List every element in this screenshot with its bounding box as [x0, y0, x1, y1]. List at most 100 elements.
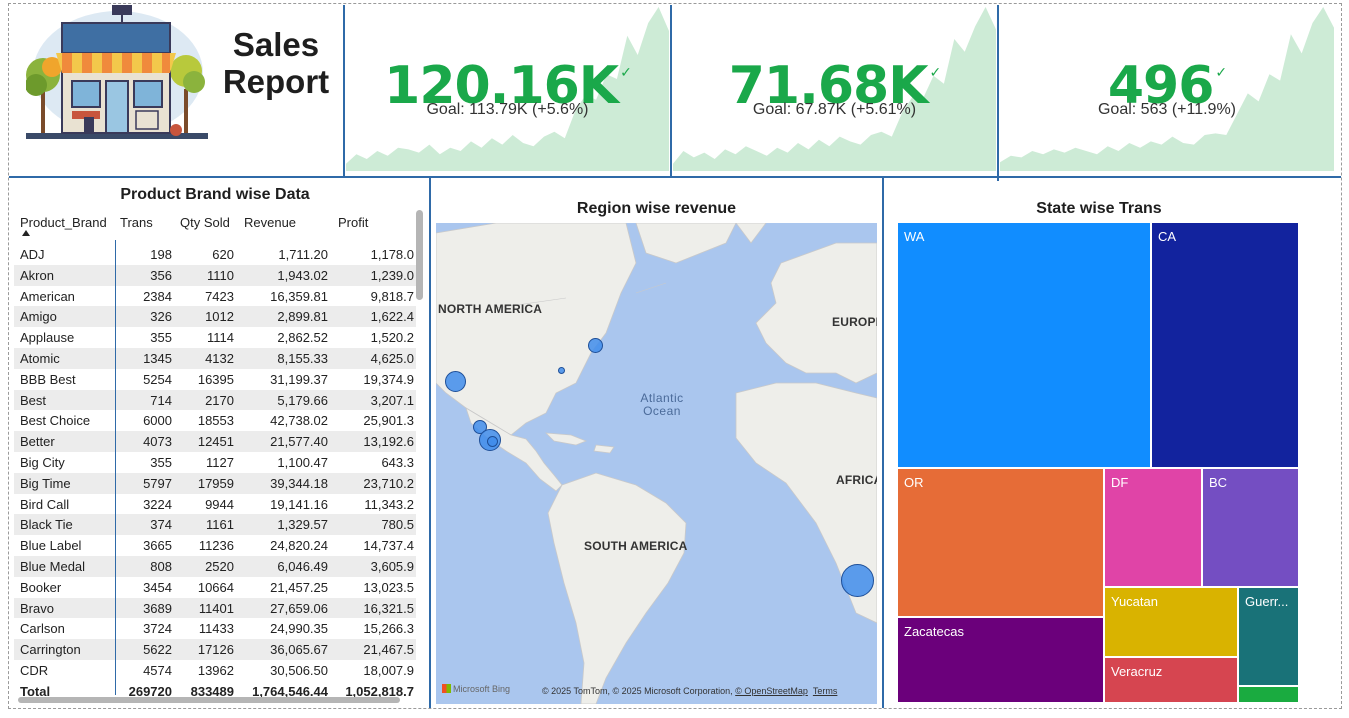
cell-profit: 14,737.4 — [363, 538, 414, 554]
column-header-revenue[interactable]: Revenue — [244, 215, 296, 230]
column-header-brand[interactable]: Product_Brand — [20, 215, 107, 230]
treemap-tile-df[interactable]: DF — [1105, 469, 1203, 588]
treemap-tile-zacatecas[interactable]: Zacatecas — [898, 618, 1105, 704]
kpi-card-transactions[interactable]: 496 ✓ Goal: 563 (+11.9%) — [1000, 5, 1334, 171]
report-title: Sales Report — [222, 26, 330, 100]
table-row[interactable]: Best 714 2170 5,179.66 3,207.1 — [14, 389, 416, 411]
cell-trans: 4073 — [143, 434, 172, 450]
treemap-tile-ca[interactable]: CA — [1152, 223, 1300, 469]
microsoft-logo-icon — [442, 684, 451, 693]
checkmark-icon: ✓ — [929, 65, 942, 81]
cell-revenue: 42,738.02 — [270, 413, 328, 429]
cell-profit: 9,818.7 — [370, 288, 414, 304]
kpi-goal: Goal: 563 (+11.9%) — [1097, 101, 1236, 118]
cell-brand: Booker — [20, 579, 62, 595]
cell-profit: 18,007.9 — [363, 662, 414, 678]
table-row[interactable]: Bird Call 3224 9944 19,141.16 11,343.2 — [14, 494, 416, 515]
column-header-trans[interactable]: Trans — [120, 215, 153, 230]
cell-trans: 4574 — [143, 662, 172, 678]
cell-brand: ADJ — [20, 247, 45, 262]
table-row[interactable]: Black Tie 374 1161 1,329.57 780.5 — [14, 514, 416, 536]
cell-brand: Best Choice — [20, 413, 91, 429]
treemap-tile-wa[interactable]: WA — [898, 223, 1152, 469]
table-row[interactable]: American 2384 7423 16,359.81 9,818.7 — [14, 286, 416, 307]
map-bubble[interactable] — [558, 367, 565, 374]
table-row[interactable]: Akron 356 1110 1,943.02 1,239.0 — [14, 264, 416, 286]
cell-revenue: 1,943.02 — [277, 267, 328, 283]
cell-qty: 13962 — [197, 662, 234, 678]
table-row[interactable]: Applause 355 1114 2,862.52 1,520.2 — [14, 327, 416, 348]
table-row[interactable]: BBB Best 5254 16395 31,199.37 19,374.9 — [14, 369, 416, 390]
cell-trans: 5254 — [143, 371, 172, 387]
cell-revenue: 30,506.50 — [270, 662, 328, 678]
osm-link[interactable]: © OpenStreetMap — [735, 686, 808, 696]
region-map[interactable]: NORTH AMERICA EUROPE AFRICA SOUTH AMERIC… — [436, 223, 877, 704]
column-header-qty[interactable]: Qty Sold — [180, 215, 230, 230]
cell-trans: 1345 — [143, 350, 172, 366]
cell-qty: 16395 — [197, 371, 234, 387]
horizontal-scrollbar[interactable] — [18, 697, 400, 703]
cell-revenue: 16,359.81 — [270, 288, 328, 304]
map-label-atlantic: Atlantic Ocean — [640, 391, 684, 418]
cell-qty: 2520 — [205, 558, 234, 574]
table-row[interactable]: Amigo 326 1012 2,899.81 1,622.4 — [14, 306, 416, 328]
cell-trans: 3689 — [143, 600, 172, 616]
cell-qty: 1012 — [205, 309, 234, 325]
vertical-scrollbar[interactable] — [416, 210, 423, 300]
table-row[interactable]: Big City 355 1127 1,100.47 643.3 — [14, 452, 416, 473]
cell-revenue: 39,344.18 — [270, 475, 328, 491]
map-bubble[interactable] — [588, 338, 603, 353]
cell-brand: Black Tie — [20, 517, 73, 533]
table-row[interactable]: Blue Label 3665 11236 24,820.24 14,737.4 — [14, 535, 416, 556]
table-row[interactable]: Big Time 5797 17959 39,344.18 23,710.2 — [14, 472, 416, 494]
map-bubble[interactable] — [841, 564, 874, 597]
kpi-card-profit[interactable]: 71.68K ✓ Goal: 67.87K (+5.61%) — [673, 5, 996, 171]
cell-profit: 15,266.3 — [363, 621, 414, 637]
table-row[interactable]: CDR 4574 13962 30,506.50 18,007.9 — [14, 660, 416, 681]
cell-trans: 3454 — [143, 579, 172, 595]
table-row[interactable]: ADJ 198 620 1,711.20 1,178.0 — [14, 244, 416, 265]
divider — [670, 5, 672, 176]
cell-brand: Blue Medal — [20, 558, 86, 574]
divider — [997, 5, 999, 181]
cell-revenue: 2,862.52 — [277, 330, 328, 346]
map-bubble[interactable] — [445, 371, 466, 392]
table-row[interactable]: Bravo 3689 11401 27,659.06 16,321.5 — [14, 597, 416, 619]
sort-ascending-icon[interactable] — [22, 230, 30, 236]
cell-qty: 7423 — [205, 288, 234, 304]
cell-qty: 18553 — [197, 413, 234, 429]
brand-table[interactable]: Product_Brand Trans Qty Sold Revenue Pro… — [14, 210, 416, 702]
kpi-card-revenue[interactable]: 120.16K ✓ Goal: 113.79K (+5.6%) — [346, 5, 669, 171]
treemap-tile-veracruz[interactable]: Veracruz — [1105, 658, 1239, 704]
table-row[interactable]: Best Choice 6000 18553 42,738.02 25,901.3 — [14, 410, 416, 431]
map-bubble[interactable] — [487, 436, 498, 447]
table-title: Product Brand wise Data — [120, 186, 310, 203]
table-row[interactable]: Blue Medal 808 2520 6,046.49 3,605.9 — [14, 555, 416, 577]
cell-qty: 9944 — [205, 496, 234, 512]
kpi-goal: Goal: 67.87K (+5.61%) — [752, 101, 917, 118]
table-row[interactable]: Carlson 3724 11433 24,990.35 15,266.3 — [14, 618, 416, 639]
map-label-south-america: SOUTH AMERICA — [584, 539, 688, 553]
treemap-tile-or[interactable]: OR — [898, 469, 1105, 618]
terms-link[interactable]: Terms — [813, 686, 838, 696]
table-row[interactable]: Booker 3454 10664 21,457.25 13,023.5 — [14, 577, 416, 598]
table-row[interactable]: Carrington 5622 17126 36,065.67 21,467.5 — [14, 639, 416, 660]
cell-profit: 13,192.6 — [363, 434, 414, 450]
treemap-tile-yucatan[interactable]: Yucatan — [1105, 588, 1239, 658]
treemap-tile-other[interactable] — [1239, 687, 1300, 704]
table-row[interactable]: Atomic 1345 4132 8,155.33 4,625.0 — [14, 347, 416, 369]
kpi-goal: Goal: 113.79K (+5.6%) — [426, 101, 589, 118]
cell-revenue: 31,199.37 — [270, 371, 328, 387]
cell-revenue: 27,659.06 — [270, 600, 328, 616]
storefront-icon — [25, 5, 208, 139]
treemap-tile-guerrero[interactable]: Guerr... — [1239, 588, 1300, 687]
cell-brand: Big Time — [20, 475, 71, 491]
table-row[interactable]: Better 4073 12451 21,577.40 13,192.6 — [14, 431, 416, 452]
column-header-profit[interactable]: Profit — [338, 215, 368, 230]
map-label-africa: AFRICA — [836, 473, 877, 487]
treemap-tile-bc[interactable]: BC — [1203, 469, 1300, 588]
cell-profit: 16,321.5 — [363, 600, 414, 616]
map-title: Region wise revenue — [576, 200, 737, 217]
cell-brand: CDR — [20, 662, 49, 678]
divider — [882, 178, 884, 708]
